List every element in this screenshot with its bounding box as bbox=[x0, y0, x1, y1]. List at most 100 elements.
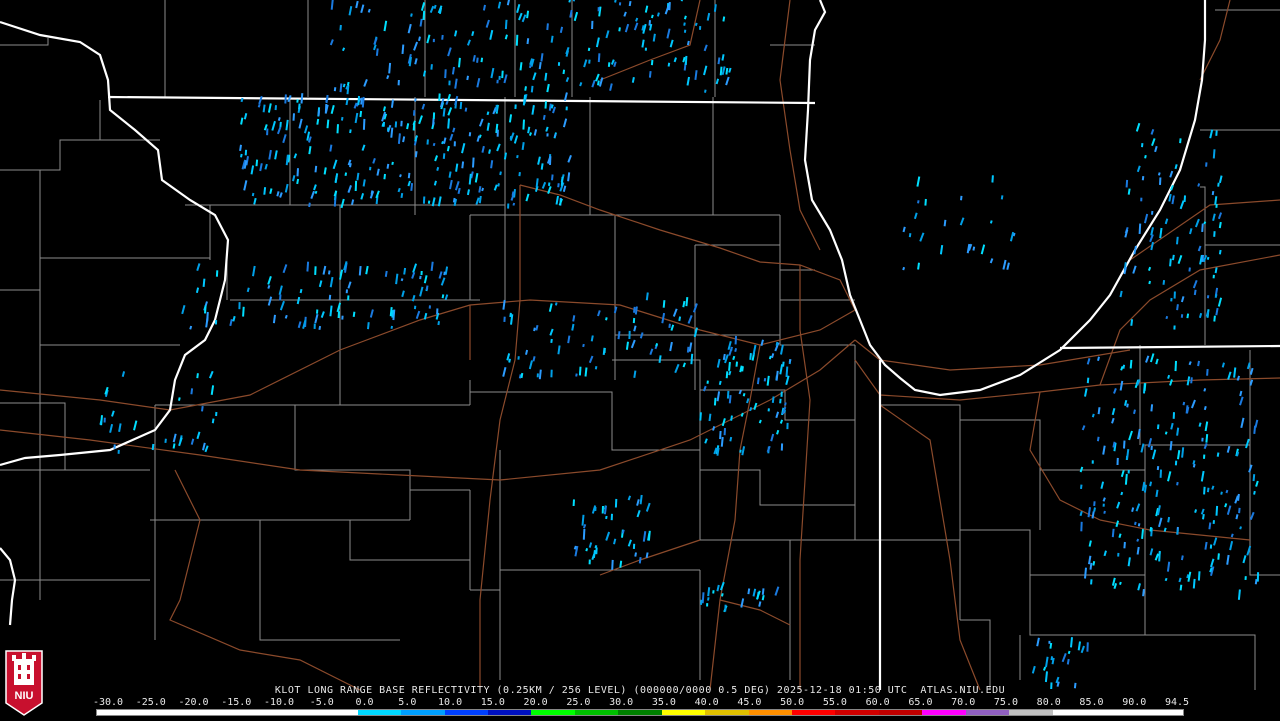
radar-echo bbox=[589, 48, 590, 51]
radar-echo bbox=[330, 145, 331, 152]
radar-echo bbox=[941, 245, 942, 254]
radar-echo bbox=[363, 97, 364, 108]
radar-echo bbox=[717, 448, 718, 456]
radar-echo bbox=[433, 118, 434, 125]
radar-echo bbox=[992, 175, 993, 182]
radar-echo bbox=[510, 313, 511, 317]
radar-echo bbox=[1187, 407, 1188, 413]
radar-echo bbox=[453, 67, 454, 74]
radar-echo bbox=[1209, 523, 1210, 530]
radar-echo bbox=[343, 48, 344, 51]
radar-echo bbox=[1182, 556, 1183, 561]
radar-echo bbox=[1134, 410, 1135, 414]
colorbar-tick: 75.0 bbox=[994, 697, 1018, 709]
radar-echo bbox=[1121, 366, 1123, 370]
radar-echo bbox=[1227, 555, 1228, 565]
radar-echo bbox=[358, 96, 359, 105]
radar-echo bbox=[623, 530, 624, 534]
radar-echo bbox=[498, 183, 499, 186]
radar-echo bbox=[642, 25, 643, 30]
radar-echo bbox=[174, 444, 175, 449]
radar-echo bbox=[710, 414, 711, 421]
radar-echo bbox=[1098, 357, 1099, 361]
radar-echo bbox=[729, 371, 730, 375]
radar-echo bbox=[583, 515, 584, 526]
radar-echo bbox=[404, 268, 405, 275]
radar-echo bbox=[1142, 529, 1143, 539]
radar-echo bbox=[1121, 291, 1122, 297]
radar-echo bbox=[695, 70, 696, 80]
radar-echo bbox=[785, 402, 786, 405]
colorbar-tick: 30.0 bbox=[609, 697, 633, 709]
radar-echo bbox=[1239, 508, 1240, 513]
radar-echo bbox=[344, 84, 345, 87]
radar-echo bbox=[1131, 319, 1132, 326]
radar-echo bbox=[389, 63, 390, 74]
radar-echo bbox=[299, 104, 300, 110]
colorbar-tick: 20.0 bbox=[524, 697, 548, 709]
radar-echo bbox=[527, 11, 528, 18]
radar-echo bbox=[213, 419, 214, 424]
radar-echo bbox=[586, 548, 587, 551]
radar-echo bbox=[536, 325, 537, 330]
radar-echo bbox=[1138, 547, 1139, 555]
radar-echo bbox=[327, 95, 328, 103]
colorbar-segment bbox=[227, 710, 270, 715]
radar-echo bbox=[1002, 195, 1003, 199]
colorbar-tick: 35.0 bbox=[652, 697, 676, 709]
radar-echo bbox=[1132, 508, 1133, 512]
radar-echo bbox=[503, 300, 504, 310]
radar-echo bbox=[1159, 552, 1160, 556]
radar-echo bbox=[391, 128, 392, 138]
colorbar-segment bbox=[314, 710, 357, 715]
radar-echo bbox=[1220, 250, 1221, 254]
radar-echo bbox=[715, 398, 716, 406]
radar-echo bbox=[484, 5, 485, 10]
radar-echo bbox=[491, 160, 492, 168]
radar-echo bbox=[910, 233, 911, 237]
radar-echo bbox=[202, 406, 203, 411]
radar-echo bbox=[533, 356, 534, 361]
radar-echo bbox=[410, 57, 411, 66]
radar-echo bbox=[584, 524, 585, 528]
radar-echo bbox=[1208, 257, 1209, 260]
radar-echo bbox=[1050, 643, 1051, 649]
radar-echo bbox=[729, 362, 730, 371]
radar-echo bbox=[1160, 228, 1161, 238]
radar-echo bbox=[346, 86, 347, 89]
colorbar-segment bbox=[922, 710, 965, 715]
radar-echo bbox=[330, 295, 331, 300]
reflectivity-colorbar bbox=[96, 709, 1184, 716]
radar-echo bbox=[1203, 514, 1204, 519]
radar-echo bbox=[777, 342, 778, 346]
radar-echo bbox=[316, 191, 317, 194]
radar-echo bbox=[542, 163, 543, 169]
radar-echo bbox=[1176, 164, 1177, 169]
radar-echo bbox=[264, 187, 265, 195]
colorbar-segment bbox=[271, 710, 314, 715]
radar-echo bbox=[388, 164, 389, 169]
radar-echo bbox=[723, 17, 724, 22]
niu-logo: NIU bbox=[2, 645, 46, 717]
radar-echo bbox=[502, 71, 503, 78]
radar-echo bbox=[555, 134, 556, 137]
colorbar-tick: 40.0 bbox=[695, 697, 719, 709]
radar-echo bbox=[286, 120, 287, 130]
radar-echo bbox=[513, 192, 514, 196]
radar-echo bbox=[1215, 196, 1216, 205]
radar-echo bbox=[760, 420, 761, 423]
radar-echo bbox=[1168, 517, 1169, 522]
radar-echo bbox=[1217, 506, 1218, 516]
radar-echo bbox=[240, 145, 241, 151]
radar-echo bbox=[241, 154, 242, 157]
radar-echo bbox=[551, 339, 552, 343]
radar-echo bbox=[604, 348, 605, 355]
radar-echo bbox=[684, 363, 686, 367]
radar-echo bbox=[1177, 530, 1178, 535]
colorbar-segment bbox=[358, 710, 401, 715]
radar-echo bbox=[445, 69, 446, 78]
radar-echo bbox=[1205, 542, 1206, 550]
radar-echo bbox=[285, 94, 286, 103]
radar-echo bbox=[372, 191, 373, 195]
radar-echo bbox=[1120, 582, 1121, 585]
